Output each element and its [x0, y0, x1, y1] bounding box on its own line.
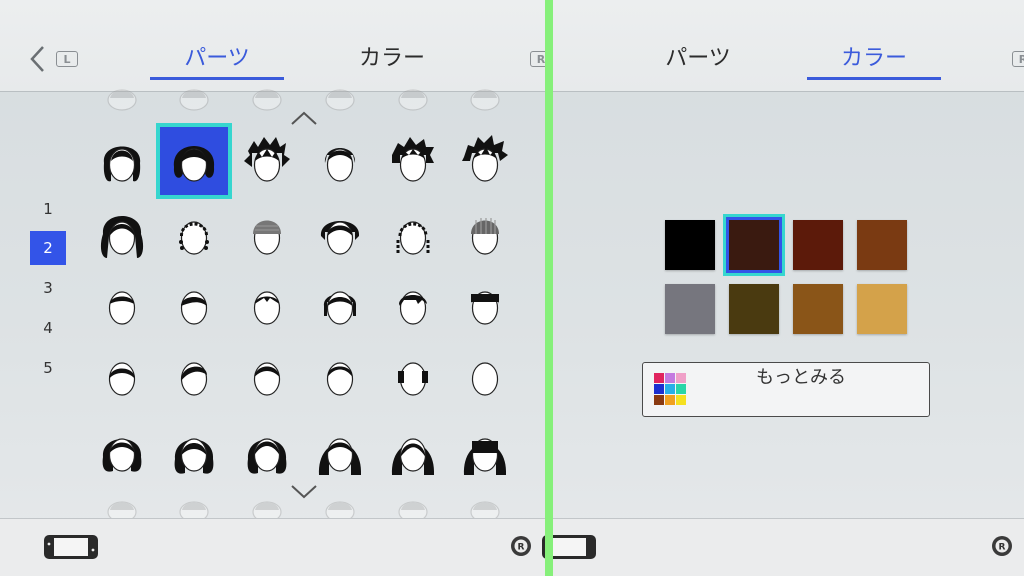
hair-style-icon: [103, 146, 141, 182]
hair-style-option[interactable]: [379, 200, 447, 268]
scroll-down-icon[interactable]: [290, 484, 318, 500]
r-stick-icon: R: [511, 536, 531, 556]
hair-style-icon: [463, 438, 507, 475]
hair-style-option[interactable]: [451, 127, 519, 195]
hair-style-option[interactable]: [306, 200, 374, 268]
hair-style-icon: [180, 362, 208, 396]
scroll-up-icon[interactable]: [290, 110, 318, 126]
hair-style-option[interactable]: [306, 417, 374, 485]
pane-divider: [545, 0, 553, 576]
hair-style-icon: [180, 291, 208, 325]
color-swatch[interactable]: [665, 220, 715, 270]
tab-color-right[interactable]: カラー: [807, 44, 941, 80]
tab-parts-right[interactable]: パーツ: [631, 44, 765, 80]
hair-style-option[interactable]: [233, 270, 301, 338]
hair-style-option[interactable]: [451, 200, 519, 268]
hair-style-option[interactable]: [451, 341, 519, 409]
hair-style-option[interactable]: [451, 417, 519, 485]
faded-hair-icon: [393, 88, 433, 112]
palette-cell: [665, 395, 675, 405]
page-1-button[interactable]: 1: [30, 192, 66, 226]
page-2-button[interactable]: 2: [30, 231, 66, 265]
more-colors-button[interactable]: もっとみる: [642, 362, 930, 417]
r-button-icon-right: R: [1012, 51, 1024, 67]
faded-hair-icon: [465, 88, 505, 112]
hair-style-option[interactable]: [88, 200, 156, 268]
hair-style-icon: [391, 438, 435, 475]
hair-style-option[interactable]: [451, 270, 519, 338]
hair-style-option[interactable]: [233, 417, 301, 485]
hair-style-icon: [174, 438, 214, 474]
hair-style-option[interactable]: [156, 123, 232, 199]
hair-style-icon: [326, 362, 354, 396]
hair-style-icon: [253, 362, 281, 396]
hair-style-option[interactable]: [306, 270, 374, 338]
hair-style-icon: [108, 291, 136, 325]
hair-style-option[interactable]: [233, 341, 301, 409]
faded-hair-icon: [102, 88, 142, 112]
hair-style-icon: [244, 137, 290, 182]
hair-style-option[interactable]: [88, 127, 156, 195]
hair-style-option[interactable]: [233, 200, 301, 268]
hair-style-option[interactable]: [379, 270, 447, 338]
hair-style-option[interactable]: [379, 417, 447, 485]
hair-style-option[interactable]: [160, 341, 228, 409]
hair-style-icon: [320, 221, 360, 255]
back-chevron-icon[interactable]: [28, 45, 48, 73]
hair-style-option[interactable]: [88, 270, 156, 338]
hair-style-icon: [392, 137, 434, 182]
page-3-button[interactable]: 3: [30, 271, 66, 305]
faded-hair-icon: [174, 88, 214, 112]
page-4-button[interactable]: 4: [30, 311, 66, 345]
hair-style-icon: [323, 291, 357, 325]
hair-style-icon: [102, 438, 142, 472]
hair-style-icon: [318, 438, 362, 475]
hair-style-icon: [399, 291, 427, 325]
hair-style-icon: [398, 362, 428, 396]
hair-style-option[interactable]: [160, 417, 228, 485]
hair-style-option[interactable]: [88, 341, 156, 409]
hair-style-icon: [100, 216, 144, 258]
hair-style-option[interactable]: [379, 127, 447, 195]
r-stick-icon-right: R: [992, 536, 1012, 556]
color-swatch[interactable]: [665, 284, 715, 334]
faded-hair-icon: [320, 88, 360, 112]
hair-style-icon: [253, 220, 281, 255]
palette-cell: [654, 395, 664, 405]
hair-style-icon: [253, 291, 281, 325]
hair-style-icon: [108, 362, 136, 396]
l-button-icon: L: [56, 51, 78, 67]
hair-style-icon: [462, 135, 508, 182]
hair-style-option[interactable]: [306, 127, 374, 195]
hair-style-option[interactable]: [233, 127, 301, 195]
hair-style-icon: [173, 146, 215, 182]
hair-style-option[interactable]: [160, 270, 228, 338]
page-5-button[interactable]: 5: [30, 351, 66, 385]
tab-color-left[interactable]: カラー: [325, 44, 459, 80]
color-swatch[interactable]: [857, 284, 907, 334]
color-swatch[interactable]: [857, 220, 907, 270]
hair-style-icon: [324, 148, 356, 182]
svg-text:R: R: [999, 543, 1006, 553]
tab-parts-left[interactable]: パーツ: [150, 44, 284, 80]
hair-style-icon: [179, 221, 209, 255]
color-swatch[interactable]: [793, 220, 843, 270]
hair-style-option[interactable]: [160, 200, 228, 268]
palette-cell: [676, 395, 686, 405]
faded-hair-icon: [247, 88, 287, 112]
console-icon: [44, 535, 98, 559]
svg-text:R: R: [518, 543, 525, 553]
hair-style-option[interactable]: [88, 417, 156, 485]
hair-style-option[interactable]: [306, 341, 374, 409]
hair-style-icon: [471, 362, 499, 396]
hair-style-option[interactable]: [379, 341, 447, 409]
color-swatch[interactable]: [729, 284, 779, 334]
hair-style-icon: [396, 221, 430, 255]
color-swatch[interactable]: [793, 284, 843, 334]
color-swatch[interactable]: [726, 217, 782, 273]
hair-style-icon: [471, 291, 499, 325]
hair-style-icon: [471, 218, 499, 255]
more-colors-label: もっとみる: [756, 367, 846, 388]
hair-style-icon: [247, 438, 287, 474]
